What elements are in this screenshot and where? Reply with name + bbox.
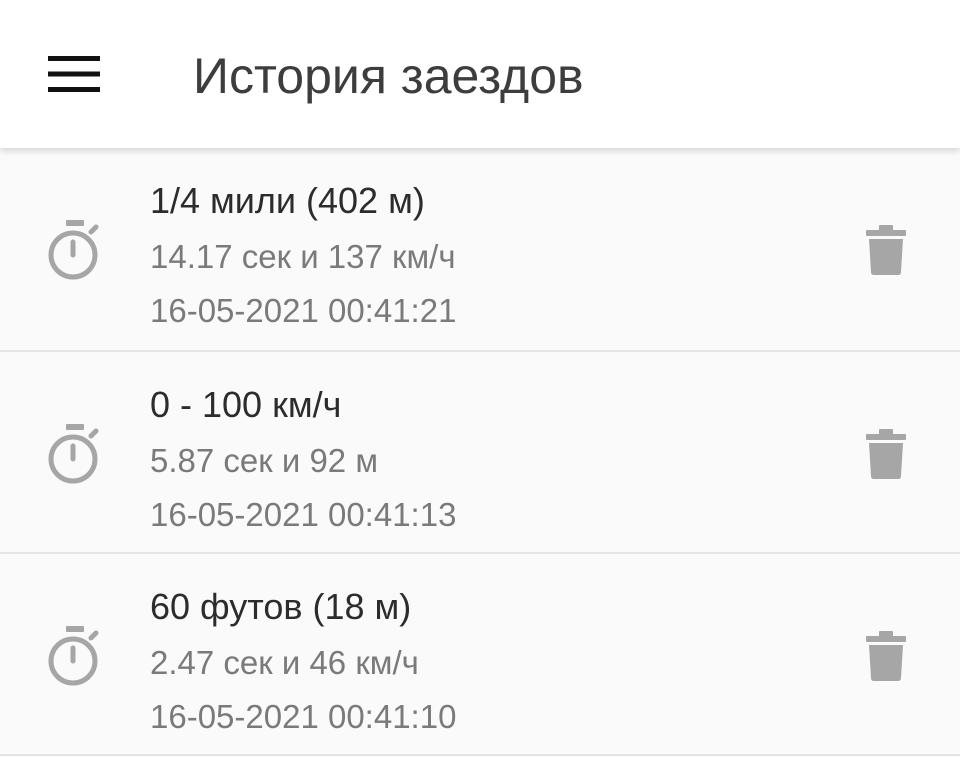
stopwatch-icon: [48, 220, 99, 280]
run-result: 5.87 сек и 92 м: [150, 442, 379, 479]
page-title: История заездов: [193, 48, 584, 104]
list-item[interactable]: 1/4 мили (402 м) 14.17 сек и 137 км/ч 16…: [0, 148, 960, 352]
list-item[interactable]: 0 - 100 км/ч 5.87 сек и 92 м 16-05-2021 …: [0, 352, 960, 554]
run-title: 1/4 мили (402 м): [150, 180, 425, 221]
run-details: 0 - 100 км/ч 5.87 сек и 92 м 16-05-2021 …: [150, 380, 456, 538]
run-title: 60 футов (18 м): [150, 586, 412, 627]
run-datetime: 16-05-2021 00:41:21: [150, 292, 457, 329]
app-bar: История заездов: [0, 0, 960, 148]
stopwatch-icon: [48, 424, 99, 484]
delete-button[interactable]: [850, 620, 922, 692]
menu-button[interactable]: [36, 44, 112, 104]
run-datetime: 16-05-2021 00:41:13: [150, 496, 457, 533]
run-datetime: 16-05-2021 00:41:10: [150, 698, 457, 735]
delete-icon: [866, 631, 906, 681]
delete-button[interactable]: [850, 214, 922, 286]
run-result: 2.47 сек и 46 км/ч: [150, 644, 419, 681]
delete-icon: [866, 429, 906, 479]
run-history-list: 1/4 мили (402 м) 14.17 сек и 137 км/ч 16…: [0, 148, 960, 756]
delete-icon: [866, 225, 906, 275]
run-details: 60 футов (18 м) 2.47 сек и 46 км/ч 16-05…: [150, 582, 456, 740]
run-title: 0 - 100 км/ч: [150, 384, 342, 425]
list-item[interactable]: 60 футов (18 м) 2.47 сек и 46 км/ч 16-05…: [0, 554, 960, 756]
menu-icon: [48, 56, 100, 92]
stopwatch-icon: [48, 626, 99, 686]
delete-button[interactable]: [850, 418, 922, 490]
run-result: 14.17 сек и 137 км/ч: [150, 238, 456, 275]
run-details: 1/4 мили (402 м) 14.17 сек и 137 км/ч 16…: [150, 176, 456, 334]
